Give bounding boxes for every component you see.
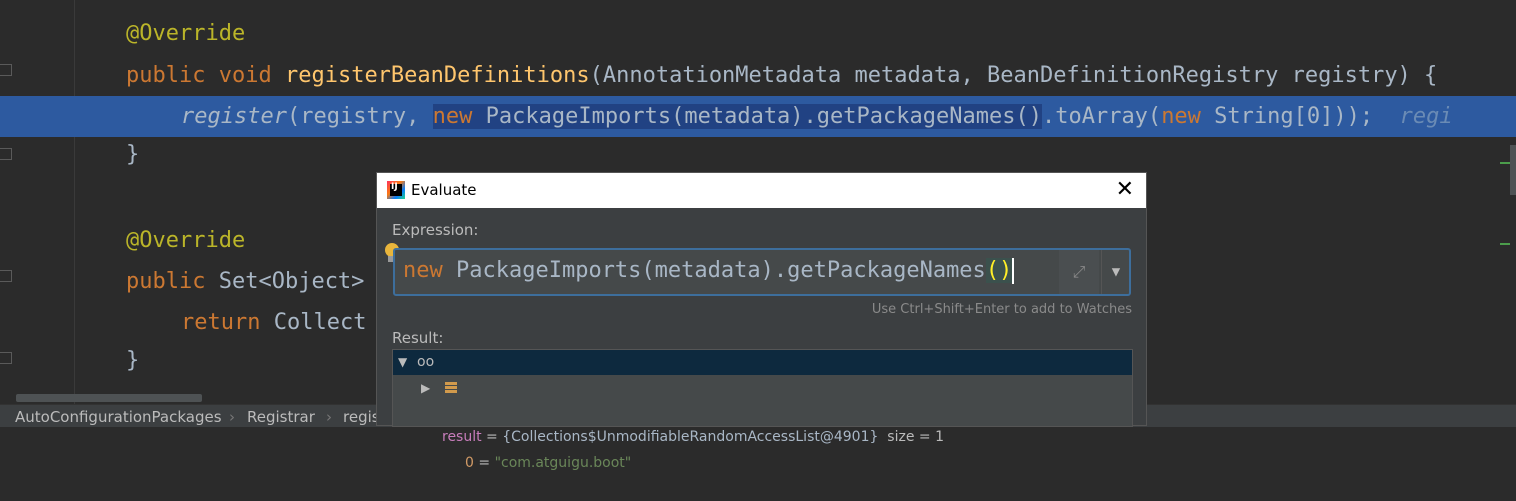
breadcrumb-item[interactable]: regis xyxy=(343,408,380,426)
bracket-match: () xyxy=(985,258,1013,283)
field-icon xyxy=(445,382,457,394)
code-line-2[interactable]: public void registerBeanDefinitions(Anno… xyxy=(0,55,1516,96)
collapse-triangle-icon[interactable]: ▼ xyxy=(398,350,407,375)
keyword: public xyxy=(126,269,206,294)
method-name: registerBeanDefinitions xyxy=(284,63,590,88)
code-line-1[interactable]: @Override xyxy=(0,13,1516,54)
expand-editor-icon[interactable]: ⤢ xyxy=(1059,250,1099,294)
keyword: void xyxy=(218,63,272,88)
intellij-logo-icon: IJ xyxy=(387,181,405,199)
call-args: (registry, xyxy=(286,104,433,129)
horizontal-scrollbar[interactable] xyxy=(16,394,202,402)
vertical-scrollbar[interactable] xyxy=(1510,145,1516,195)
method-call: register xyxy=(181,104,287,129)
code-line-4[interactable]: } xyxy=(0,134,1516,175)
selected-expression[interactable]: new PackageImports(metadata).getPackageN… xyxy=(432,104,1042,129)
history-dropdown-icon[interactable]: ▼ xyxy=(1101,250,1130,294)
expand-triangle-icon[interactable]: ▶ xyxy=(421,376,430,401)
inline-debug-hint: regi xyxy=(1399,104,1453,129)
tree-row-result[interactable]: ▼ oo result = {Collections$UnmodifiableR… xyxy=(393,350,1132,445)
dialog-titlebar[interactable]: IJ Evaluate ✕ xyxy=(377,173,1146,208)
change-marker xyxy=(1500,162,1510,164)
annotation: @Override xyxy=(126,21,246,46)
tree-row-element[interactable]: ▶ 0 = "com.atguigu.boot" xyxy=(393,376,1132,471)
expression-label: Expression: xyxy=(392,221,479,239)
watch-glasses-icon: oo xyxy=(417,354,435,370)
breadcrumb-item[interactable]: AutoConfigurationPackages xyxy=(15,408,222,426)
annotation: @Override xyxy=(126,228,246,253)
dialog-title: Evaluate xyxy=(411,181,477,199)
close-icon[interactable]: ✕ xyxy=(1116,177,1134,202)
watches-hint: Use Ctrl+Shift+Enter to add to Watches xyxy=(871,302,1132,317)
change-marker xyxy=(1500,243,1510,245)
breadcrumb-separator: › xyxy=(229,408,235,426)
expression-input[interactable]: new PackageImports(metadata).getPackageN… xyxy=(393,248,1131,296)
evaluate-dialog: IJ Evaluate ✕ Expression: new PackageImp… xyxy=(376,172,1147,471)
result-label: Result: xyxy=(392,329,444,347)
result-tree[interactable]: ▼ oo result = {Collections$UnmodifiableR… xyxy=(392,349,1133,471)
breadcrumb-item[interactable]: Registrar xyxy=(247,408,315,426)
keyword: return xyxy=(181,310,261,335)
code-line-3-current[interactable]: register(registry, new PackageImports(me… xyxy=(0,96,1516,137)
text-cursor xyxy=(1012,258,1015,284)
method-params: (AnnotationMetadata metadata, BeanDefini… xyxy=(589,63,1438,88)
keyword: public xyxy=(126,63,206,88)
breadcrumb-separator: › xyxy=(326,408,332,426)
